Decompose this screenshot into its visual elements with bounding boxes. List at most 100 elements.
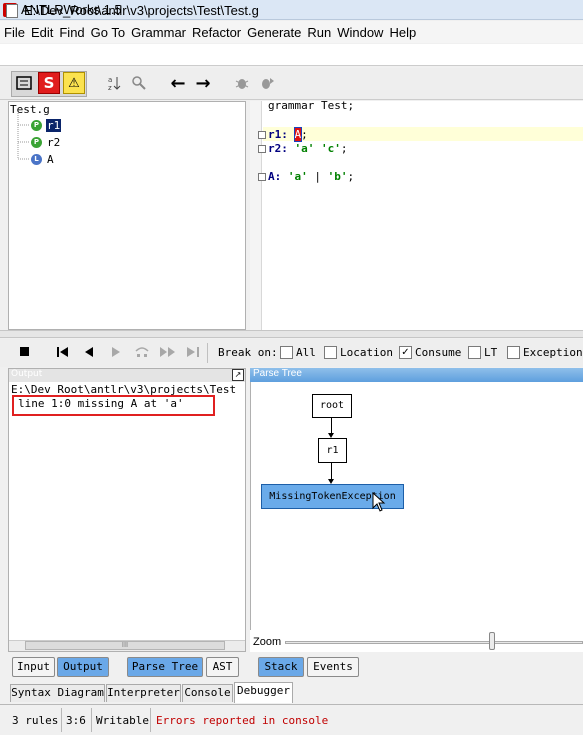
rule-end: ;: [301, 128, 308, 141]
stop-icon[interactable]: [20, 347, 29, 356]
break-on-label: Break on:: [218, 346, 278, 359]
status-mode: Writable: [96, 714, 149, 727]
tab-events[interactable]: Events: [307, 657, 359, 677]
tab-syntax-diagram[interactable]: Syntax Diagram: [10, 684, 105, 702]
zoom-slider-track[interactable]: [285, 641, 583, 644]
tab-output[interactable]: Output: [57, 657, 109, 677]
rule-name: r2:: [268, 142, 288, 155]
checkbox-location-label: Location: [340, 346, 393, 359]
menu-generate[interactable]: Generate: [247, 25, 301, 40]
splitter[interactable]: [0, 330, 583, 338]
document-path: E:\Dev_Root\antlr\v3\projects\Test\Test.…: [24, 3, 259, 18]
node-root[interactable]: root: [312, 394, 352, 418]
status-divider: [61, 708, 62, 732]
sort-button[interactable]: az: [103, 72, 125, 94]
zoom-slider-thumb[interactable]: [489, 632, 495, 650]
sort-az-icon: az: [108, 76, 121, 91]
tab-console[interactable]: Console: [182, 684, 233, 702]
document-icon: [6, 4, 18, 18]
checkbox-lt[interactable]: [468, 346, 481, 359]
checkbox-lt-label: LT: [484, 346, 498, 359]
alt-separator: |: [314, 170, 321, 183]
fold-marker[interactable]: [258, 173, 266, 181]
menu-find[interactable]: Find: [59, 25, 84, 40]
fold-marker[interactable]: [258, 145, 266, 153]
parser-rule-icon: P: [31, 137, 42, 148]
step-over-icon[interactable]: [134, 345, 150, 359]
zoom-label: Zoom: [253, 636, 282, 648]
menu-help[interactable]: Help: [389, 25, 416, 40]
warning-button[interactable]: ⚠: [63, 72, 85, 94]
code-line-r2: r2: 'a' 'c';: [268, 142, 348, 155]
tab-interpreter[interactable]: Interpreter: [106, 684, 181, 702]
mouse-cursor-icon: [372, 492, 386, 512]
code-line-A: A: 'a' | 'b';: [268, 170, 354, 183]
menu-edit[interactable]: Edit: [31, 25, 53, 40]
tab-stack[interactable]: Stack: [258, 657, 304, 677]
status-divider: [150, 708, 151, 732]
svg-text:a: a: [108, 76, 112, 84]
parse-tree-panel: [250, 368, 583, 652]
tab-ast[interactable]: AST: [206, 657, 239, 677]
status-position: 3:6: [66, 714, 86, 727]
grammar-button[interactable]: [13, 72, 35, 94]
parse-tree-title: Parse Tree: [253, 368, 302, 379]
rule-name: r1:: [268, 128, 288, 141]
forward-button[interactable]: →: [192, 72, 214, 94]
tab-input[interactable]: Input: [12, 657, 55, 677]
status-message: Errors reported in console: [156, 714, 329, 727]
menu-goto[interactable]: Go To: [91, 25, 125, 40]
run-debug-button[interactable]: [256, 72, 278, 94]
checkbox-consume[interactable]: ✓: [399, 346, 412, 359]
output-error-line: line 1:0 missing A at 'a': [18, 397, 184, 410]
literal: 'b': [327, 170, 348, 183]
fast-forward-icon[interactable]: [159, 346, 177, 358]
step-forward-icon[interactable]: [110, 346, 122, 358]
bug-icon: [235, 79, 249, 89]
tab-parse-tree[interactable]: Parse Tree: [127, 657, 203, 677]
code-line-grammar: grammar Test;: [268, 99, 355, 112]
debug-button[interactable]: [231, 72, 253, 94]
menu-bar: File Edit Find Go To Grammar Refactor Ge…: [0, 21, 583, 43]
checkbox-location[interactable]: [324, 346, 337, 359]
scrollbar-thumb[interactable]: III: [25, 641, 225, 650]
menu-window[interactable]: Window: [337, 25, 383, 40]
lexer-rule-icon: L: [31, 154, 42, 165]
literal: 'a': [287, 170, 308, 183]
status-rules: 3 rules: [12, 714, 59, 727]
checkbox-all[interactable]: [280, 346, 293, 359]
find-button[interactable]: [128, 72, 150, 94]
menu-file[interactable]: File: [4, 25, 25, 40]
tree-item-A[interactable]: A: [47, 153, 54, 166]
sd-button[interactable]: S: [38, 72, 60, 94]
go-start-icon[interactable]: [56, 346, 70, 358]
step-back-icon[interactable]: [83, 346, 95, 358]
magnifier-icon: [132, 76, 146, 90]
tab-debugger[interactable]: Debugger: [234, 682, 293, 703]
node-r1[interactable]: r1: [318, 438, 347, 463]
document-tab[interactable]: [0, 44, 583, 66]
menu-run[interactable]: Run: [307, 25, 331, 40]
expand-icon[interactable]: ↗: [232, 369, 244, 381]
back-button[interactable]: ←: [167, 72, 189, 94]
go-end-icon[interactable]: [186, 346, 202, 358]
rule-end: ;: [347, 170, 355, 183]
rules-tree-panel: [8, 101, 246, 330]
menu-refactor[interactable]: Refactor: [192, 25, 241, 40]
checkbox-exception[interactable]: [507, 346, 520, 359]
tree-item-r2[interactable]: r2: [47, 136, 60, 149]
bug-arrow-icon: [262, 78, 274, 89]
status-divider: [91, 708, 92, 732]
tree-item-r1[interactable]: r1: [46, 119, 62, 132]
svg-text:z: z: [108, 84, 112, 91]
parser-rule-icon: P: [31, 120, 42, 131]
checkbox-exception-label: Exception: [523, 346, 583, 359]
output-header: [9, 369, 245, 382]
fold-marker[interactable]: [258, 131, 266, 139]
menu-grammar[interactable]: Grammar: [131, 25, 186, 40]
divider: [207, 343, 208, 363]
literal: 'c': [321, 142, 341, 155]
rule-end: ;: [340, 142, 348, 155]
current-line-highlight: [263, 127, 583, 141]
checkbox-consume-label: Consume: [415, 346, 462, 359]
